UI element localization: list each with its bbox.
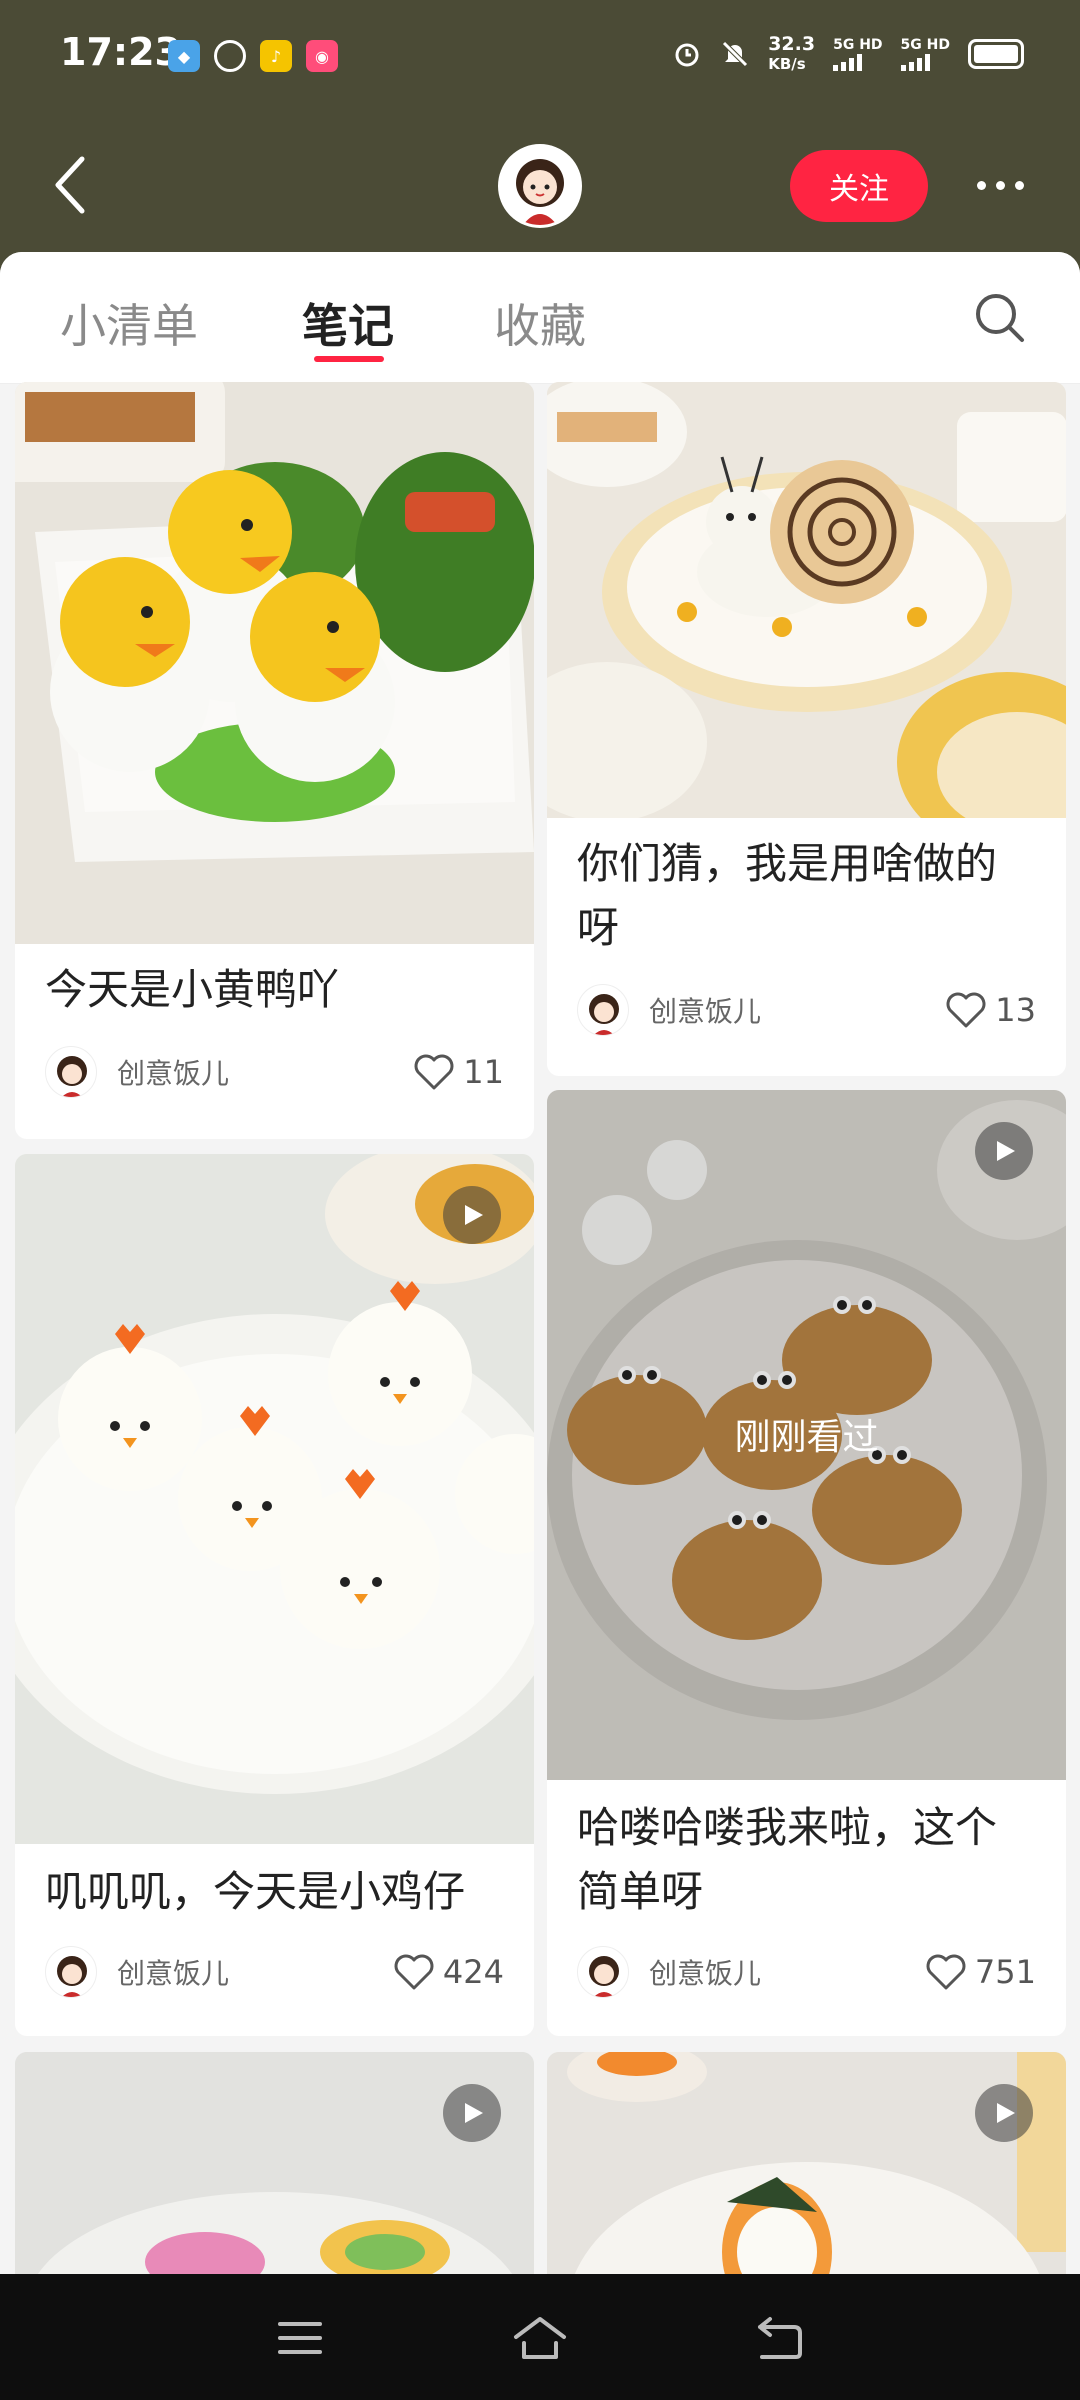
note-card[interactable]: 叽叽叽，今天是小鸡仔 创意饭儿 424 bbox=[15, 1154, 534, 2036]
music-app-icon: ♪ bbox=[260, 40, 292, 72]
status-time: 17:23 bbox=[60, 30, 181, 74]
notes-grid: 今天是小黄鸭吖 创意饭儿 11 你们猜，我是用啥做的呀 创意饭儿 13 叽叽叽，… bbox=[0, 382, 1080, 2274]
signal-sim1: 5G HD bbox=[833, 37, 883, 71]
app-notification-icon: ◉ bbox=[306, 40, 338, 72]
note-card[interactable] bbox=[15, 2052, 534, 2274]
alarm-icon bbox=[675, 43, 699, 67]
chevron-left-icon bbox=[55, 156, 85, 214]
tab-favorites[interactable]: 收藏 bbox=[494, 290, 586, 356]
recently-viewed-label: 刚刚看过 bbox=[734, 1417, 879, 1458]
more-dots-icon[interactable] bbox=[960, 160, 1040, 210]
note-image: 刚刚看过 bbox=[547, 1090, 1066, 1780]
tab-notes[interactable]: 笔记 bbox=[302, 290, 394, 356]
author-name[interactable]: 创意饭儿 bbox=[649, 1952, 925, 1992]
note-card[interactable]: 今天是小黄鸭吖 创意饭儿 11 bbox=[15, 382, 534, 1139]
back-button[interactable] bbox=[40, 150, 100, 220]
search-button[interactable] bbox=[972, 290, 1028, 346]
like-count: 424 bbox=[442, 1953, 504, 1991]
app-notification-icon bbox=[214, 40, 246, 72]
video-badge bbox=[443, 1186, 501, 1244]
like-count: 751 bbox=[974, 1953, 1036, 1991]
status-indicators: 32.3 KB/s 5G HD 5G HD bbox=[672, 34, 1024, 74]
status-bar: 17:23 ◆ ♪ ◉ 32.3 KB/s 5G HD 5G HD bbox=[0, 0, 1080, 120]
follow-button[interactable]: 关注 bbox=[790, 150, 928, 222]
network-speed: 32.3 KB/s bbox=[768, 34, 815, 74]
note-image bbox=[15, 1154, 534, 1844]
author-avatar[interactable] bbox=[45, 1046, 97, 1098]
note-card[interactable]: 你们猜，我是用啥做的呀 创意饭儿 13 bbox=[547, 382, 1066, 1076]
author-avatar[interactable] bbox=[577, 1946, 629, 1998]
app-notification-icon: ◆ bbox=[168, 40, 200, 72]
profile-avatar[interactable] bbox=[498, 144, 582, 228]
note-card[interactable] bbox=[547, 2052, 1066, 2274]
search-icon bbox=[976, 294, 1024, 342]
note-image bbox=[15, 2052, 534, 2274]
note-card[interactable]: 刚刚看过 哈喽哈喽我来啦，这个简单呀 创意饭儿 751 bbox=[547, 1090, 1066, 2036]
signal-sim2: 5G HD bbox=[900, 37, 950, 71]
like-count: 13 bbox=[995, 991, 1036, 1029]
note-meta: 创意饭儿 424 bbox=[45, 1944, 504, 2000]
play-icon bbox=[465, 1205, 483, 1225]
video-badge bbox=[975, 1122, 1033, 1180]
note-title: 哈喽哈喽我来啦，这个简单呀 bbox=[577, 1803, 998, 1916]
like-button[interactable]: 424 bbox=[393, 1953, 504, 1991]
author-avatar[interactable] bbox=[577, 984, 629, 1036]
heart-icon bbox=[926, 1954, 966, 1990]
note-meta: 创意饭儿 751 bbox=[577, 1944, 1036, 2000]
menu-icon bbox=[278, 2322, 322, 2354]
heart-icon bbox=[394, 1954, 434, 1990]
sim1-label: 5G HD bbox=[833, 37, 883, 53]
author-name[interactable]: 创意饭儿 bbox=[649, 990, 945, 1030]
net-speed-value: 32.3 bbox=[768, 33, 816, 55]
like-count: 11 bbox=[463, 1053, 504, 1091]
mute-icon bbox=[722, 41, 748, 67]
heart-icon bbox=[414, 1054, 454, 1090]
note-title: 今天是小黄鸭吖 bbox=[45, 965, 340, 1014]
home-icon bbox=[514, 2317, 566, 2359]
note-image bbox=[15, 382, 534, 944]
back-arrow-icon bbox=[758, 2317, 802, 2359]
menu-button[interactable] bbox=[270, 2308, 330, 2368]
note-image bbox=[547, 2052, 1066, 2274]
play-icon bbox=[997, 2103, 1015, 2123]
note-meta: 创意饭儿 11 bbox=[45, 1044, 504, 1100]
tab-bar: 小清单 笔记 收藏 bbox=[0, 252, 1080, 384]
play-icon bbox=[465, 2103, 483, 2123]
note-meta: 创意饭儿 13 bbox=[577, 982, 1036, 1038]
net-speed-unit: KB/s bbox=[768, 55, 806, 73]
tab-list[interactable]: 小清单 bbox=[60, 290, 198, 356]
system-nav-bar bbox=[0, 2274, 1080, 2400]
home-button[interactable] bbox=[510, 2308, 570, 2368]
like-button[interactable]: 11 bbox=[413, 1053, 504, 1091]
author-name[interactable]: 创意饭儿 bbox=[117, 1952, 393, 1992]
profile-header: 关注 bbox=[0, 120, 1080, 255]
note-image bbox=[547, 382, 1066, 818]
notification-icons: ◆ ♪ ◉ bbox=[168, 40, 338, 72]
note-title: 叽叽叽，今天是小鸡仔 bbox=[45, 1867, 466, 1916]
battery-icon bbox=[968, 39, 1024, 69]
back-nav-button[interactable] bbox=[750, 2308, 810, 2368]
sim2-label: 5G HD bbox=[900, 37, 950, 53]
video-badge bbox=[975, 2084, 1033, 2142]
video-badge bbox=[443, 2084, 501, 2142]
play-icon bbox=[997, 1141, 1015, 1161]
active-tab-indicator bbox=[314, 356, 384, 362]
note-title: 你们猜，我是用啥做的呀 bbox=[577, 839, 998, 952]
author-avatar[interactable] bbox=[45, 1946, 97, 1998]
like-button[interactable]: 13 bbox=[945, 991, 1036, 1029]
heart-icon bbox=[946, 992, 986, 1028]
content-panel: 小清单 笔记 收藏 今天是小黄鸭吖 创意饭儿 11 你们猜，我是用啥做的呀 创意… bbox=[0, 252, 1080, 2274]
author-name[interactable]: 创意饭儿 bbox=[117, 1052, 413, 1092]
like-button[interactable]: 751 bbox=[925, 1953, 1036, 1991]
